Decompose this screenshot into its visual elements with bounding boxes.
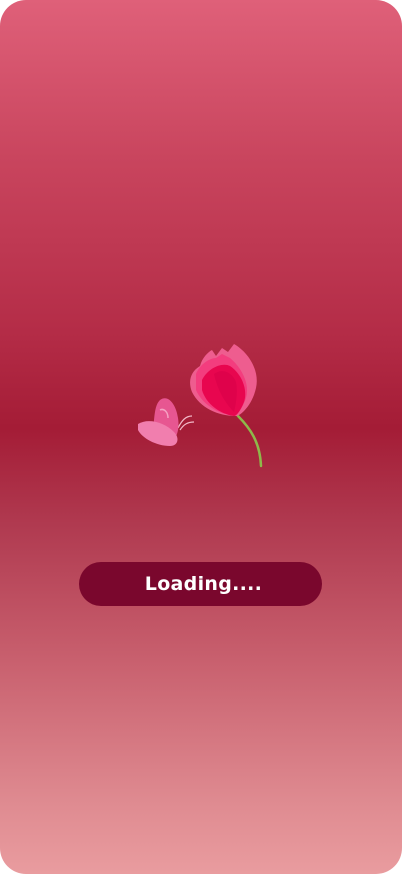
loading-indicator: Loading.... <box>79 562 322 606</box>
butterfly-tulip-icon <box>138 344 263 468</box>
loading-text: Loading.... <box>144 573 263 595</box>
splash-screen: Loading.... <box>0 0 402 874</box>
